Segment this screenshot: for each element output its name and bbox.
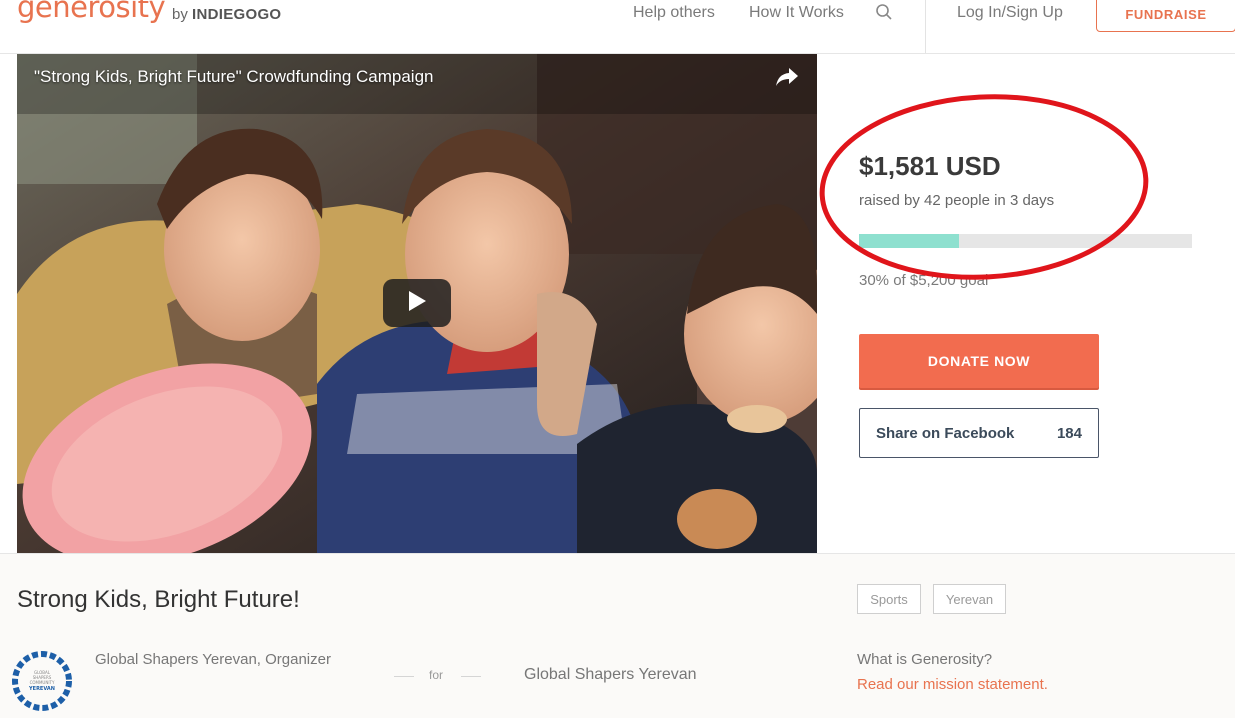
logo-byline: by INDIEGOGO [172,6,281,23]
nav-help-others[interactable]: Help others [633,4,715,22]
beneficiary-name[interactable]: Global Shapers Yerevan [524,666,697,684]
progress-bar [859,234,1192,248]
top-navbar: generosity by INDIEGOGO Help others How … [0,0,1235,54]
fundraise-button[interactable]: FUNDRAISE [1096,0,1235,32]
nav-divider [925,0,926,53]
share-facebook-label: Share on Facebook [876,425,1015,442]
play-icon [407,290,427,317]
what-is-generosity: What is Generosity? [857,651,993,668]
mission-statement-link[interactable]: Read our mission statement. [857,676,1048,693]
svg-text:YEREVAN: YEREVAN [28,686,55,692]
logo-brand-text: INDIEGOGO [192,6,282,23]
amount-raised: $1,581 USD [859,151,1001,181]
for-label: for [429,668,444,682]
play-button[interactable] [383,279,451,327]
donate-now-button[interactable]: DONATE NOW [859,334,1099,388]
svg-text:COMMUNITY: COMMUNITY [30,680,55,685]
progress-fill [859,234,959,248]
share-arrow-icon[interactable] [775,66,799,88]
organizer-logo[interactable]: GLOBAL SHAPERS COMMUNITY YEREVAN [11,650,73,712]
for-divider-left [394,676,414,677]
tag-yerevan[interactable]: Yerevan [933,584,1006,614]
search-icon[interactable] [875,3,893,21]
logo-wordmark: generosity [17,0,166,24]
goal-text: 30% of $5,200 goal [859,272,989,289]
campaign-title: Strong Kids, Bright Future! [17,586,300,613]
share-count: 184 [1056,425,1082,442]
for-divider-right [461,676,481,677]
nav-how-it-works[interactable]: How It Works [749,4,844,22]
raised-by-text: raised by 42 people in 3 days [859,192,1055,209]
logo-by-text: by [172,6,188,23]
tag-sports[interactable]: Sports [857,584,921,614]
share-on-facebook-button[interactable]: Share on Facebook 184 [859,408,1099,458]
video-player[interactable]: "Strong Kids, Bright Future" Crowdfundin… [17,54,817,553]
video-title: "Strong Kids, Bright Future" Crowdfundin… [34,67,434,86]
login-link[interactable]: Log In/Sign Up [957,4,1063,22]
organizer-name[interactable]: Global Shapers Yerevan, Organizer [95,651,331,668]
generosity-logo[interactable]: generosity by INDIEGOGO [17,0,281,24]
